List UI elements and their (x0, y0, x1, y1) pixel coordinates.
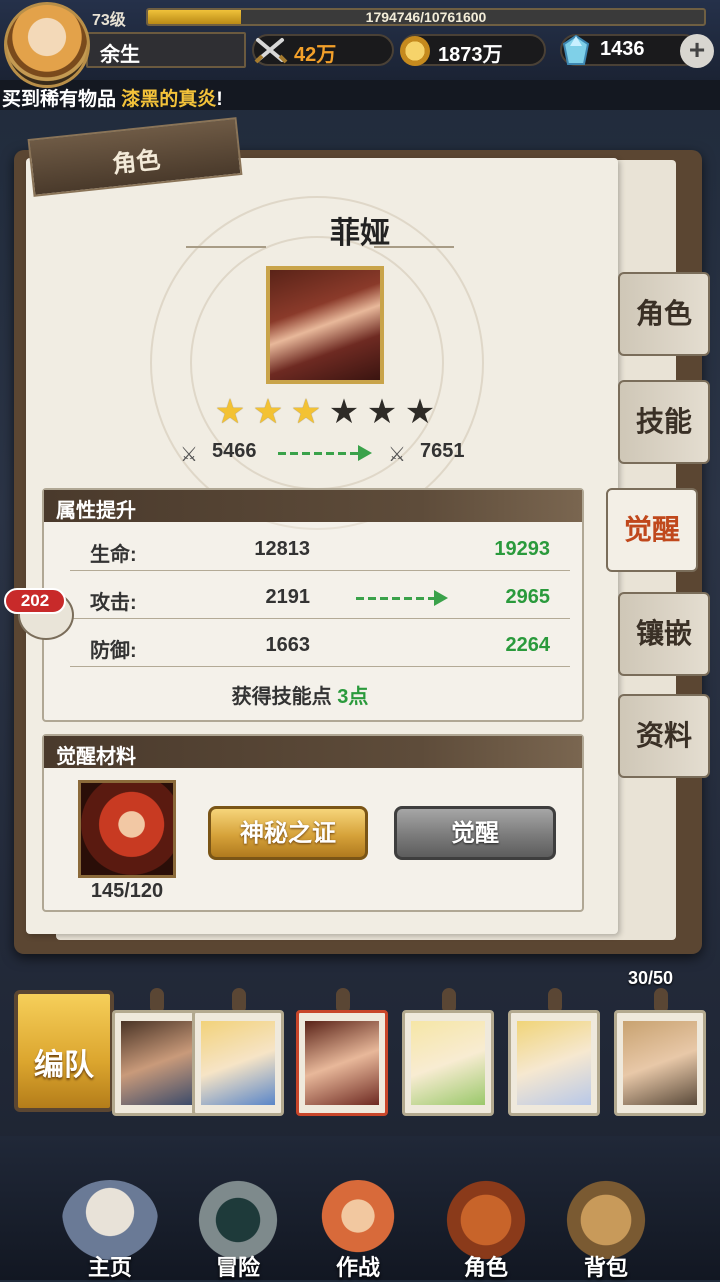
gold-value: 1873万 (438, 44, 503, 66)
nav-bag[interactable]: 背包 (556, 1250, 656, 1282)
stat-arrow-icon (434, 590, 448, 606)
divider (70, 618, 570, 619)
star-empty-icon: ★ (366, 393, 398, 431)
tab-character[interactable]: 角色 (618, 272, 710, 356)
star-empty-icon: ★ (404, 393, 436, 431)
player-avatar[interactable] (4, 2, 90, 88)
awaken-button[interactable]: 觉醒 (394, 806, 556, 860)
stat-after-hp: 19293 (494, 538, 550, 560)
stat-label-defense: 防御: (90, 640, 137, 662)
nav-home[interactable]: 主页 (60, 1250, 160, 1282)
material-count: 145/120 (90, 880, 164, 902)
player-name: 余生 (100, 44, 140, 66)
roster-card[interactable] (192, 1010, 284, 1116)
tab-profile[interactable]: 资料 (618, 694, 710, 778)
flourish-left-icon (186, 232, 266, 248)
news-ticker-text: 买到稀有物品 漆黑的真炎! (2, 84, 223, 111)
team-button-label: 编队 (34, 1049, 94, 1082)
power-after-swords-icon: ⚔ (388, 444, 406, 466)
skill-points-value: 3点 (337, 686, 369, 708)
roster-count: 30/50 (628, 968, 674, 988)
battle-icon[interactable] (310, 1180, 406, 1260)
ticker-item[interactable]: 漆黑的真炎 (121, 89, 216, 110)
material-hero-shard[interactable] (78, 780, 176, 878)
character-book-icon[interactable] (438, 1180, 534, 1260)
star-filled-icon: ★ (214, 393, 246, 431)
ticker-suffix: ! (216, 89, 223, 110)
home-statue-icon[interactable] (62, 1180, 158, 1260)
mystery-proof-button[interactable]: 神秘之证 (208, 806, 368, 860)
hero-name: 菲娅 (330, 217, 390, 250)
tab-awaken[interactable]: 觉醒 (606, 488, 698, 572)
divider (70, 666, 570, 667)
power-arrow-icon (358, 445, 372, 461)
adventure-portal-icon[interactable] (190, 1180, 286, 1260)
hero-portrait[interactable] (266, 266, 384, 384)
materials-title: 觉醒材料 (56, 746, 136, 768)
roster-card[interactable] (614, 1010, 706, 1116)
tab-skills[interactable]: 技能 (618, 380, 710, 464)
tab-inlay[interactable]: 镶嵌 (618, 592, 710, 676)
roster-card-selected[interactable] (296, 1010, 388, 1116)
power-after: 7651 (420, 440, 465, 462)
nav-adventure[interactable]: 冒险 (188, 1250, 288, 1282)
skill-points-label: 获得技能点 (231, 686, 332, 708)
section-title: 角色 (111, 146, 162, 179)
bag-icon[interactable] (558, 1180, 654, 1260)
gem-icon (562, 34, 590, 66)
stat-arrow-line (356, 597, 436, 600)
power-before: 5466 (212, 440, 257, 462)
gold-coin-icon (400, 36, 430, 66)
attributes-title: 属性提升 (56, 500, 136, 522)
power-arrow-line (278, 452, 360, 455)
star-filled-icon: ★ (290, 393, 322, 431)
crossed-swords-icon (254, 36, 288, 64)
power-before-swords-icon: ⚔ (180, 444, 198, 466)
stat-after-attack: 2965 (505, 586, 551, 608)
stat-before-defense: 1663 (265, 634, 311, 656)
chat-badge: 202 (4, 588, 66, 614)
stat-label-attack: 攻击: (90, 592, 137, 614)
stat-before-attack: 2191 (265, 586, 311, 608)
star-empty-icon: ★ (328, 393, 360, 431)
roster-card[interactable] (112, 1010, 204, 1116)
ticker-prefix: 买到稀有物品 (2, 89, 117, 110)
add-gems-button[interactable]: + (680, 34, 714, 68)
gem-value: 1436 (600, 38, 645, 60)
roster-card[interactable] (402, 1010, 494, 1116)
power-value: 42万 (294, 44, 337, 66)
divider (70, 570, 570, 571)
stat-label-hp: 生命: (90, 544, 137, 566)
player-level: 73级 (92, 12, 126, 29)
exp-text: 1794746/10761600 (365, 9, 487, 25)
stat-before-hp: 12813 (254, 538, 310, 560)
roster-card[interactable] (508, 1010, 600, 1116)
skill-points: 获得技能点 3点 (90, 680, 510, 709)
star-filled-icon: ★ (252, 393, 284, 431)
nav-battle[interactable]: 作战 (308, 1250, 408, 1282)
stat-after-defense: 2264 (505, 634, 551, 656)
nav-character[interactable]: 角色 (436, 1250, 536, 1282)
